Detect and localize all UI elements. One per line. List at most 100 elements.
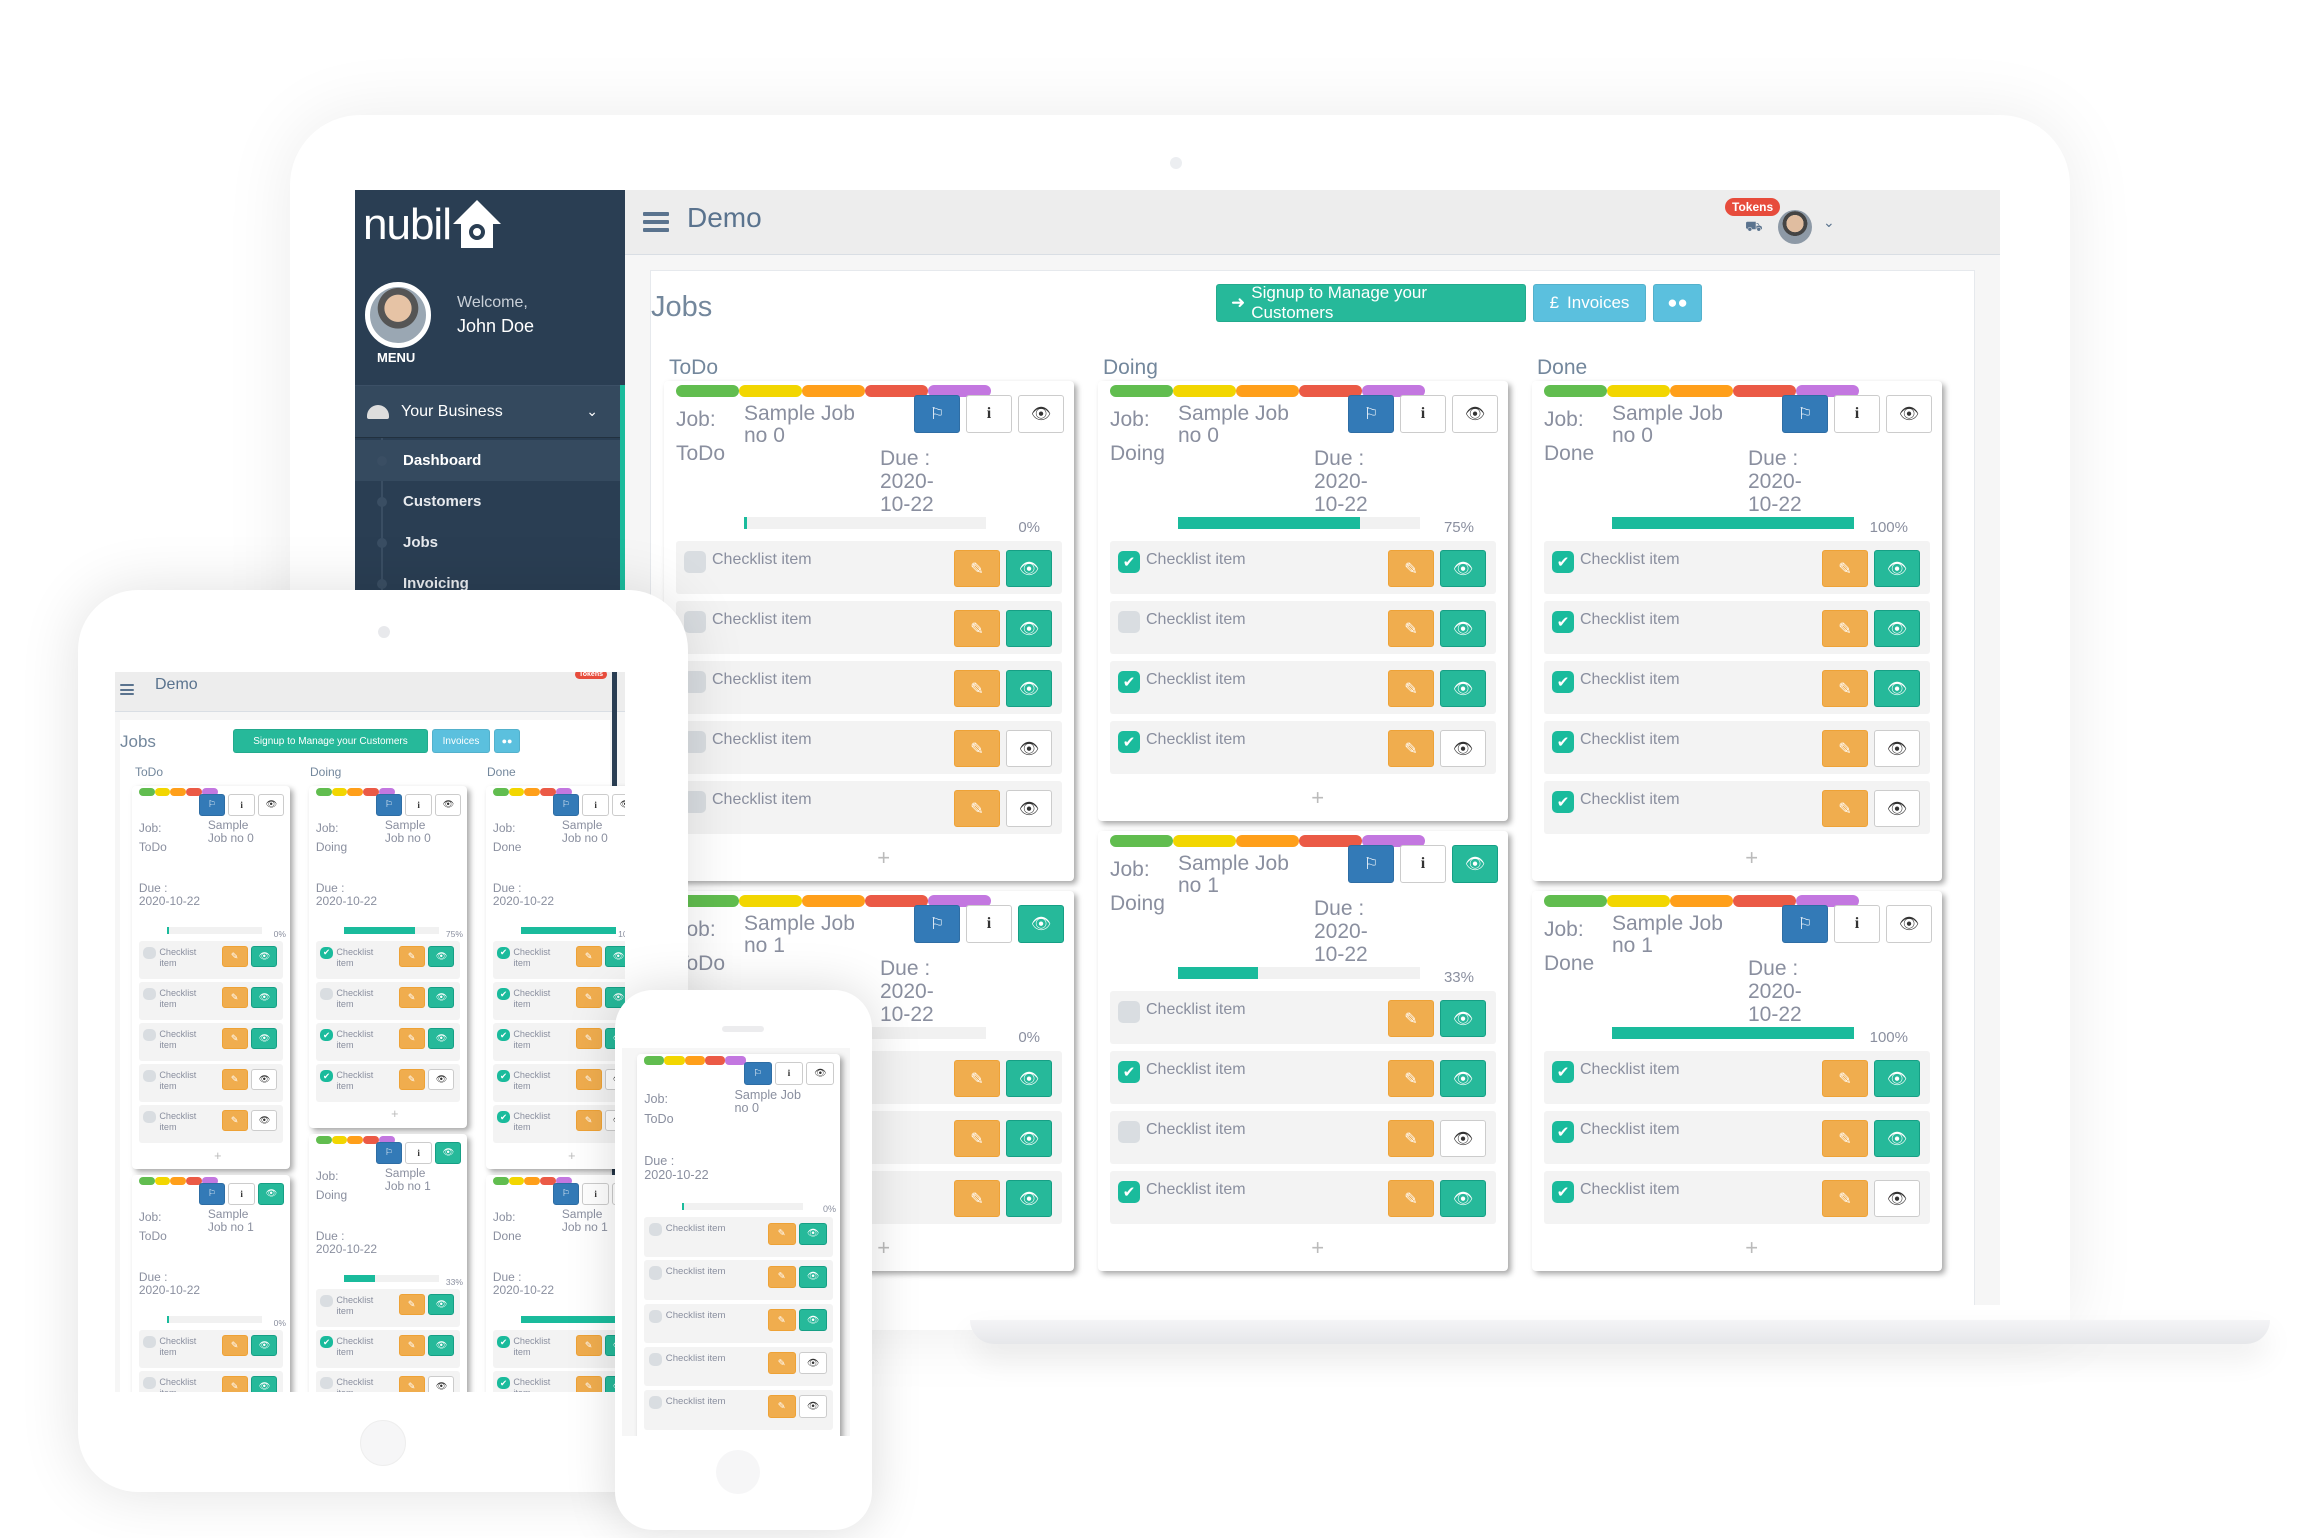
checkbox-checked[interactable]: ✔ <box>1552 1061 1574 1083</box>
checkbox-unchecked[interactable] <box>143 1376 156 1390</box>
flag-button[interactable]: ⚐ <box>552 1183 580 1205</box>
color-label[interactable] <box>1544 895 1607 907</box>
checkbox-checked[interactable]: ✔ <box>1552 671 1574 693</box>
edit-button[interactable]: ✎ <box>954 1120 1000 1157</box>
visibility-button[interactable]: 👁 <box>799 1222 827 1245</box>
visibility-button[interactable]: 👁 <box>1006 550 1052 587</box>
checkbox-unchecked[interactable] <box>684 611 706 633</box>
color-label[interactable] <box>508 788 525 797</box>
color-label[interactable] <box>1110 835 1173 847</box>
logo[interactable]: nubil <box>363 190 501 260</box>
visibility-button[interactable]: 👁 <box>1006 1180 1052 1217</box>
info-button[interactable]: i <box>582 793 609 816</box>
visibility-button[interactable]: 👁 <box>799 1308 827 1332</box>
edit-button[interactable]: ✎ <box>1822 790 1868 827</box>
color-label[interactable] <box>1173 385 1236 397</box>
edit-button[interactable]: ✎ <box>575 946 602 968</box>
visibility-button[interactable]: 👁 <box>1452 845 1498 883</box>
team-button[interactable]: ●● <box>494 729 520 753</box>
flag-button[interactable]: ⚐ <box>1348 845 1394 883</box>
visibility-button[interactable]: 👁 <box>258 1183 285 1205</box>
edit-button[interactable]: ✎ <box>954 730 1000 767</box>
checkbox-checked[interactable]: ✔ <box>497 946 510 960</box>
visibility-button[interactable]: 👁 <box>605 946 625 968</box>
checkbox-unchecked[interactable] <box>648 1223 663 1237</box>
checkbox-unchecked[interactable] <box>143 1110 156 1124</box>
visibility-button[interactable]: 👁 <box>428 1294 455 1316</box>
color-label[interactable] <box>739 895 802 907</box>
checkbox-unchecked[interactable] <box>648 1309 663 1323</box>
visibility-button[interactable]: 👁 <box>1440 1120 1486 1157</box>
edit-button[interactable]: ✎ <box>398 1028 425 1050</box>
edit-button[interactable]: ✎ <box>1388 1120 1434 1157</box>
add-checklist-item-button[interactable]: + <box>877 845 890 871</box>
checkbox-unchecked[interactable] <box>143 1335 156 1349</box>
checkbox-checked[interactable]: ✔ <box>1118 551 1140 573</box>
flag-button[interactable]: ⚐ <box>914 395 960 433</box>
tokens-badge[interactable]: Tokens <box>575 672 607 679</box>
checkbox-checked[interactable]: ✔ <box>497 1335 510 1349</box>
edit-button[interactable]: ✎ <box>768 1222 796 1245</box>
sidebar-item-jobs[interactable]: Jobs <box>355 522 620 563</box>
checkbox-checked[interactable]: ✔ <box>497 1110 510 1124</box>
visibility-button[interactable]: 👁 <box>428 1069 455 1091</box>
color-label[interactable] <box>1110 385 1173 397</box>
add-checklist-item-button[interactable]: + <box>391 1107 398 1121</box>
edit-button[interactable]: ✎ <box>1388 1000 1434 1037</box>
checkbox-unchecked[interactable] <box>143 946 156 960</box>
menu-label[interactable]: MENU <box>377 350 415 365</box>
color-label[interactable] <box>331 788 348 797</box>
checkbox-checked[interactable]: ✔ <box>1118 1181 1140 1203</box>
visibility-button[interactable]: 👁 <box>1874 790 1920 827</box>
visibility-button[interactable]: 👁 <box>1886 395 1932 433</box>
tokens-badge[interactable]: Tokens <box>1725 198 1781 216</box>
color-label[interactable] <box>347 1136 364 1145</box>
invoices-button[interactable]: £ Invoices <box>1533 284 1646 322</box>
visibility-button[interactable]: 👁 <box>1874 1120 1920 1157</box>
color-label[interactable] <box>802 895 865 907</box>
edit-button[interactable]: ✎ <box>221 946 248 968</box>
info-button[interactable]: i <box>405 1141 432 1164</box>
visibility-button[interactable]: 👁 <box>1440 1180 1486 1217</box>
edit-button[interactable]: ✎ <box>398 1376 425 1392</box>
color-label[interactable] <box>154 788 171 797</box>
sidebar-section-your-business[interactable]: Your Business ⌄ <box>355 385 620 438</box>
visibility-button[interactable]: 👁 <box>1006 610 1052 647</box>
chevron-down-icon[interactable]: ⌄ <box>1823 214 1835 231</box>
info-button[interactable]: i <box>775 1062 803 1086</box>
add-checklist-item-button[interactable]: + <box>1311 785 1324 811</box>
edit-button[interactable]: ✎ <box>221 1069 248 1091</box>
color-label[interactable] <box>725 1056 746 1065</box>
color-label[interactable] <box>676 385 739 397</box>
edit-button[interactable]: ✎ <box>1822 730 1868 767</box>
flag-button[interactable]: ⚐ <box>375 1141 403 1164</box>
visibility-button[interactable]: 👁 <box>258 793 285 816</box>
edit-button[interactable]: ✎ <box>575 1110 602 1132</box>
edit-button[interactable]: ✎ <box>221 1376 248 1392</box>
visibility-button[interactable]: 👁 <box>1440 1000 1486 1037</box>
checkbox-unchecked[interactable] <box>1118 1121 1140 1143</box>
checkbox-unchecked[interactable] <box>648 1352 663 1366</box>
info-button[interactable]: i <box>1834 395 1880 433</box>
team-button[interactable]: ●● <box>1653 284 1702 322</box>
edit-button[interactable]: ✎ <box>768 1395 796 1418</box>
edit-button[interactable]: ✎ <box>954 670 1000 707</box>
edit-button[interactable]: ✎ <box>1388 610 1434 647</box>
checkbox-unchecked[interactable] <box>1118 1001 1140 1023</box>
checkbox-checked[interactable]: ✔ <box>1552 611 1574 633</box>
edit-button[interactable]: ✎ <box>1388 670 1434 707</box>
color-label[interactable] <box>684 1056 706 1065</box>
checkbox-checked[interactable]: ✔ <box>1118 1061 1140 1083</box>
visibility-button[interactable]: 👁 <box>612 793 625 816</box>
add-checklist-item-button[interactable]: + <box>214 1149 221 1163</box>
edit-button[interactable]: ✎ <box>221 1110 248 1132</box>
checkbox-unchecked[interactable] <box>1118 611 1140 633</box>
edit-button[interactable]: ✎ <box>575 1335 602 1357</box>
visibility-button[interactable]: 👁 <box>1440 610 1486 647</box>
checkbox-checked[interactable]: ✔ <box>497 1028 510 1042</box>
signup-button[interactable]: Signup to Manage your Customers <box>233 729 428 753</box>
edit-button[interactable]: ✎ <box>1388 550 1434 587</box>
add-checklist-item-button[interactable]: + <box>1311 1235 1324 1261</box>
edit-button[interactable]: ✎ <box>954 550 1000 587</box>
edit-button[interactable]: ✎ <box>954 1180 1000 1217</box>
